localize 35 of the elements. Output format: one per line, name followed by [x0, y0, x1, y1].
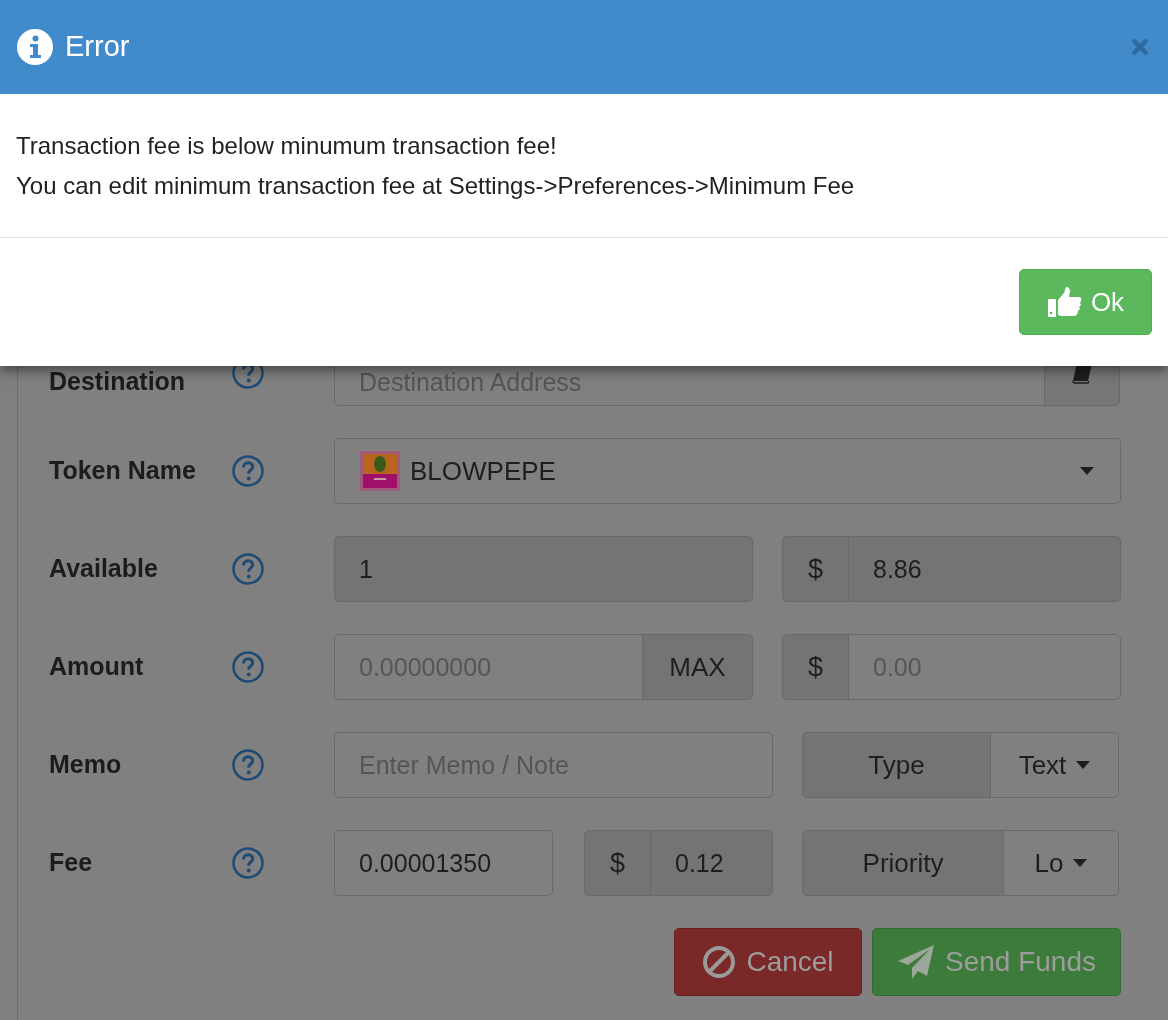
- token-select[interactable]: BLOWPEPE: [334, 438, 1121, 504]
- dropdown-button[interactable]: Lo: [1003, 830, 1119, 896]
- addon-label: Priority: [802, 830, 1004, 896]
- token-name: BLOWPEPE: [410, 454, 557, 488]
- dropdown-button[interactable]: Text: [990, 732, 1119, 798]
- field-label: Available: [49, 553, 159, 585]
- field-label: Memo: [49, 749, 123, 781]
- field-label: Fee: [49, 847, 94, 879]
- message-text: You can edit minimum transaction fee at Settings->Preferences->Minimum Fee: [16, 171, 856, 201]
- help-icon: [232, 651, 264, 683]
- caret-icon: [1073, 859, 1088, 867]
- max-button[interactable]: MAX: [642, 634, 753, 700]
- paper-plane-icon: [897, 944, 935, 980]
- help-icon: [232, 749, 264, 781]
- info-icon: [17, 29, 53, 65]
- currency-addon: $: [584, 830, 651, 896]
- help-icon: [232, 847, 264, 879]
- currency-addon: $: [782, 634, 849, 700]
- message-text: Transaction fee is below minumum transaction fee!: [16, 131, 558, 161]
- prohibited-icon: [702, 945, 737, 979]
- field-label: Destination: [49, 366, 187, 398]
- thumbs-up-icon: [1046, 286, 1083, 318]
- help-icon: [232, 455, 264, 487]
- help-icon: [232, 553, 264, 585]
- dialog-title: Error: [65, 29, 131, 65]
- cancel-button[interactable]: Cancel: [674, 928, 862, 996]
- ok-button[interactable]: Ok: [1019, 269, 1152, 335]
- input-field[interactable]: 0.00001350: [334, 830, 553, 896]
- currency-addon: $: [782, 536, 849, 602]
- caret-icon: [1080, 467, 1094, 475]
- addon-label: Type: [802, 732, 991, 798]
- caret-icon: [1076, 761, 1091, 769]
- field-label: Amount: [49, 651, 145, 683]
- send-funds-button[interactable]: Send Funds: [872, 928, 1121, 996]
- field-label: Token Name: [49, 455, 197, 487]
